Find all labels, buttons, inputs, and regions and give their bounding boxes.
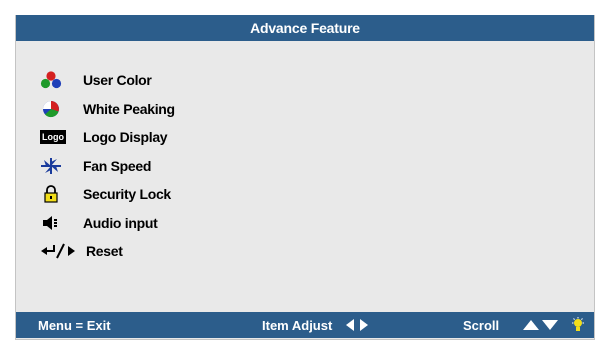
menu-item-label: Audio input: [83, 214, 158, 231]
menu-item-security-lock[interactable]: Security Lock: [40, 180, 175, 209]
menu-item-label: Fan Speed: [83, 157, 152, 174]
menu-exit-hint: Menu = Exit: [38, 312, 111, 338]
scroll-hint: Scroll: [463, 312, 585, 338]
menu-item-label: White Peaking: [83, 100, 175, 117]
security-lock-icon: [40, 184, 68, 204]
footer-bar: Menu = Exit Item Adjust Scroll: [16, 312, 594, 338]
menu-header: Advance Feature: [16, 15, 594, 41]
logo-display-icon: Logo: [40, 127, 68, 147]
logo-badge: Logo: [40, 130, 66, 145]
reset-icon: [40, 241, 82, 261]
white-peaking-icon: [40, 99, 68, 119]
menu-exit-label: Menu = Exit: [38, 317, 111, 333]
menu-item-label: Reset: [86, 243, 123, 260]
up-down-arrows-icon: [523, 319, 559, 331]
fan-speed-icon: [40, 156, 68, 176]
menu-item-label: Security Lock: [83, 186, 171, 203]
advance-feature-menu: User Color White Peaking Logo Logo Displ…: [40, 66, 175, 266]
menu-item-white-peaking[interactable]: White Peaking: [40, 95, 175, 124]
left-right-arrows-icon: [346, 319, 369, 331]
menu-title: Advance Feature: [250, 20, 360, 36]
menu-item-label: Logo Display: [83, 129, 168, 146]
user-color-icon: [40, 70, 68, 90]
menu-item-logo-display[interactable]: Logo Logo Display: [40, 123, 175, 152]
audio-input-icon: [40, 213, 68, 233]
menu-item-audio-input[interactable]: Audio input: [40, 209, 175, 238]
menu-item-reset[interactable]: Reset: [40, 237, 175, 266]
menu-item-fan-speed[interactable]: Fan Speed: [40, 152, 175, 181]
item-adjust-label: Item Adjust: [262, 317, 333, 333]
lightbulb-icon: [571, 317, 585, 333]
item-adjust-hint: Item Adjust: [262, 312, 369, 338]
scroll-label: Scroll: [463, 317, 500, 333]
menu-item-user-color[interactable]: User Color: [40, 66, 175, 95]
menu-item-label: User Color: [83, 72, 152, 89]
